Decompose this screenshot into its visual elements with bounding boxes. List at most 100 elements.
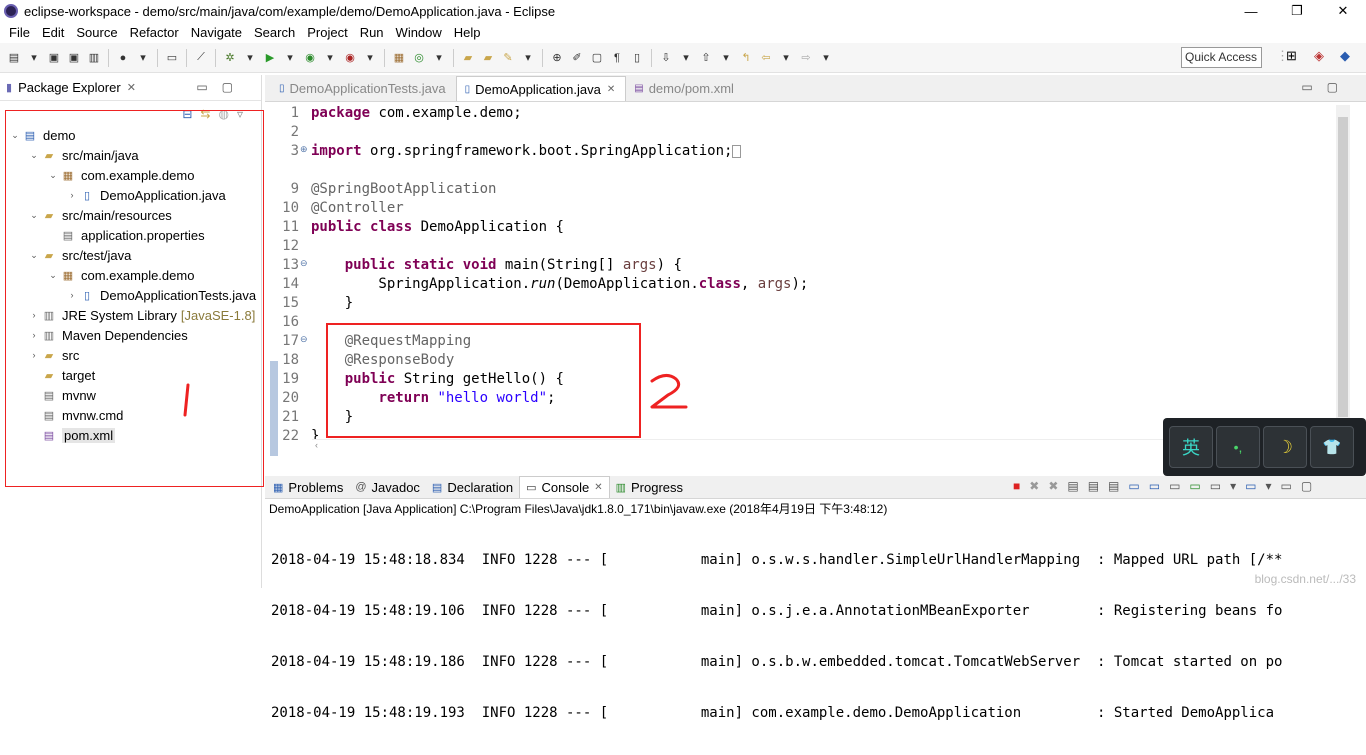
next-annotation-icon[interactable]: ⇩: [658, 50, 674, 66]
edit-icon[interactable]: ✎: [500, 50, 516, 66]
toolbar-separator: [384, 48, 385, 67]
window-title: eclipse-workspace - demo/src/main/java/c…: [24, 3, 556, 19]
close-icon[interactable]: ✕: [607, 84, 615, 95]
main-toolbar: ▤ ▾ ▣ ▣ ▥ ● ▾ ▭ ⟋ ✲ ▾ ▶ ▾ ◉ ▾ ◉ ▾ ▦ ◎ ▾ …: [0, 43, 1366, 73]
external-tools-icon[interactable]: ◉: [342, 50, 358, 66]
line-number: 14: [282, 276, 299, 292]
dropdown-icon[interactable]: ▾: [135, 50, 151, 66]
menu-help[interactable]: Help: [448, 25, 487, 40]
menu-source[interactable]: Source: [70, 25, 123, 40]
toolbar-separator: [453, 48, 454, 67]
last-edit-icon[interactable]: ↰: [738, 50, 754, 66]
dropdown-icon[interactable]: ▾: [242, 50, 258, 66]
line-number: 21: [282, 409, 299, 425]
tab-demoapplicationtests-java[interactable]: ▯ DemoApplicationTests.java: [271, 76, 456, 101]
line-number: 17: [282, 333, 299, 349]
print-icon[interactable]: ▥: [86, 50, 102, 66]
code-area[interactable]: package com.example.demo; import org.spr…: [311, 103, 808, 444]
menu-edit[interactable]: Edit: [36, 25, 70, 40]
save-icon[interactable]: ▣: [46, 50, 62, 66]
language-toggle-button[interactable]: 英: [1169, 426, 1213, 468]
vertical-scrollbar[interactable]: [1336, 105, 1350, 435]
console-output[interactable]: 2018-04-19 15:48:18.834 INFO 1228 --- [ …: [265, 519, 1366, 755]
previous-annotation-icon[interactable]: ⇧: [698, 50, 714, 66]
skip-breakpoints-icon[interactable]: ⟋: [193, 50, 209, 66]
new-java-package-icon[interactable]: ▦: [391, 50, 407, 66]
dropdown-icon[interactable]: ▾: [678, 50, 694, 66]
dropdown-icon[interactable]: ▾: [718, 50, 734, 66]
ime-toolbar: 英 •, ☽ 👕: [1163, 418, 1366, 476]
dropdown-icon[interactable]: ▾: [362, 50, 378, 66]
tab-declaration[interactable]: ▤ Declaration: [426, 476, 519, 498]
code-line: public class DemoApplication {: [311, 219, 564, 235]
new-icon[interactable]: ▤: [6, 50, 22, 66]
menu-navigate[interactable]: Navigate: [185, 25, 248, 40]
menu-file[interactable]: File: [3, 25, 36, 40]
view-minimize-maximize-icon[interactable]: ▭▢: [1301, 80, 1352, 94]
menu-project[interactable]: Project: [301, 25, 353, 40]
dropdown-icon[interactable]: ▾: [26, 50, 42, 66]
tab-javadoc[interactable]: @ Javadoc: [349, 476, 426, 498]
line-number: 12: [282, 238, 299, 254]
debug-icon[interactable]: ✲: [222, 50, 238, 66]
code-line: public static void main(String[] args) {: [344, 257, 682, 273]
run-icon[interactable]: ▶: [262, 50, 278, 66]
terminal-icon[interactable]: ▭: [164, 50, 180, 66]
declaration-icon: ▤: [431, 481, 443, 494]
dropdown-icon[interactable]: ▾: [282, 50, 298, 66]
close-button[interactable]: ✕: [1320, 0, 1366, 22]
user-icon[interactable]: ●: [115, 50, 131, 66]
toolbar-separator: [651, 48, 652, 67]
maximize-button[interactable]: ❐: [1274, 0, 1320, 22]
view-minimize-maximize-icon[interactable]: ▭▢: [196, 80, 247, 94]
minimize-button[interactable]: —: [1228, 0, 1274, 22]
save-all-icon[interactable]: ▣: [66, 50, 82, 66]
collapsed-imports-icon[interactable]: [732, 144, 742, 158]
tab-demoapplication-java[interactable]: ▯ DemoApplication.java ✕: [455, 76, 627, 101]
new-java-class-icon[interactable]: ◎: [411, 50, 427, 66]
line-number: 9: [290, 181, 299, 197]
fold-icon[interactable]: ⊖: [300, 334, 308, 345]
back-icon[interactable]: ⇦: [758, 50, 774, 66]
dropdown-icon[interactable]: ▾: [520, 50, 536, 66]
menu-refactor[interactable]: Refactor: [124, 25, 185, 40]
skin-icon[interactable]: 👕: [1310, 426, 1354, 468]
menu-search[interactable]: Search: [248, 25, 301, 40]
tab-pom-xml[interactable]: ▤ demo/pom.xml: [626, 76, 744, 101]
quick-access-input[interactable]: Quick Access: [1181, 47, 1262, 68]
dropdown-icon[interactable]: ▾: [778, 50, 794, 66]
coverage-icon[interactable]: ◉: [302, 50, 318, 66]
code-line: package com.example.demo;: [311, 105, 522, 121]
mark-occurrences-icon[interactable]: ✐: [569, 50, 585, 66]
forward-icon[interactable]: ⇨: [798, 50, 814, 66]
java-perspective-icon[interactable]: ◆: [1340, 48, 1350, 64]
annotation-icon[interactable]: ⊕: [549, 50, 565, 66]
fold-icon[interactable]: ⊖: [300, 258, 308, 269]
close-icon[interactable]: ✕: [127, 81, 136, 94]
fold-icon[interactable]: ⊕: [300, 144, 308, 155]
punctuation-toggle-button[interactable]: •,: [1216, 426, 1260, 468]
console-toolbar-icons[interactable]: ■✖✖▤▤▤▭▭▭▭▭▾▭▾▭▢: [1013, 479, 1321, 493]
dropdown-icon[interactable]: ▾: [322, 50, 338, 66]
toolbar-separator: [108, 48, 109, 67]
open-type-icon[interactable]: ▰: [460, 50, 476, 66]
menu-window[interactable]: Window: [390, 25, 448, 40]
paragraph-icon[interactable]: ▯: [629, 50, 645, 66]
java-ee-perspective-icon[interactable]: ◈: [1314, 48, 1324, 64]
close-icon[interactable]: ✕: [594, 482, 602, 493]
open-folder-icon[interactable]: ▰: [480, 50, 496, 66]
menu-run[interactable]: Run: [354, 25, 390, 40]
open-perspective-icon[interactable]: ⊞: [1286, 48, 1297, 64]
moon-icon[interactable]: ☽: [1263, 426, 1307, 468]
tab-problems[interactable]: ▦ Problems: [267, 476, 349, 498]
tab-package-explorer[interactable]: ▮ Package Explorer ✕: [0, 75, 142, 101]
dropdown-icon[interactable]: ▾: [818, 50, 834, 66]
code-line: }: [311, 295, 354, 311]
show-whitespace-icon[interactable]: ¶: [609, 50, 625, 66]
console-line: 2018-04-19 15:48:19.186 INFO 1228 --- [ …: [271, 654, 1283, 670]
tab-console[interactable]: ▭ Console ✕: [519, 476, 610, 498]
tab-progress[interactable]: ▥ Progress: [610, 476, 689, 498]
scrollbar-thumb[interactable]: [1338, 117, 1348, 417]
block-selection-icon[interactable]: ▢: [589, 50, 605, 66]
dropdown-icon[interactable]: ▾: [431, 50, 447, 66]
